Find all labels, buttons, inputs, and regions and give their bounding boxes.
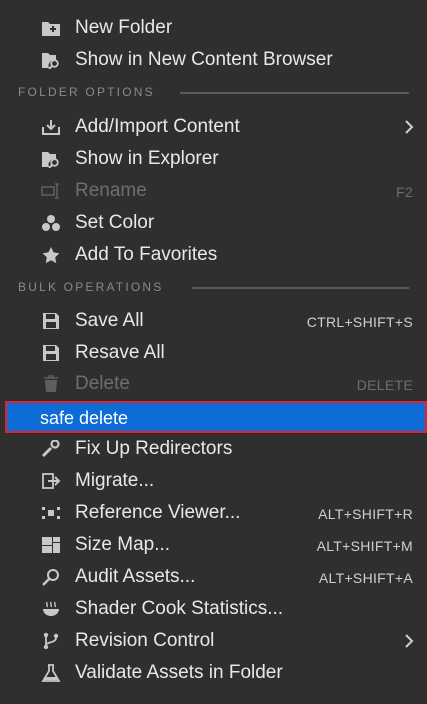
menu-item-add-import-content[interactable]: Add/Import Content: [0, 111, 427, 143]
menu-item-label: Resave All: [75, 342, 165, 363]
menu-item-reference-viewer[interactable]: Reference Viewer... ALT+SHIFT+R: [0, 497, 427, 529]
menu-item-label: New Folder: [75, 17, 173, 38]
menu-item-show-in-new-content-browser[interactable]: Show in New Content Browser: [0, 44, 427, 76]
menu-item-label: Shader Cook Statistics...: [75, 598, 284, 619]
menu-item-label: Show in New Content Browser: [75, 49, 333, 70]
trash-icon: [40, 375, 62, 393]
migrate-icon: [40, 472, 62, 490]
menu-item-label: Size Map...: [75, 534, 171, 555]
shortcut-label: ALT+SHIFT+A: [318, 570, 413, 586]
audit-icon: [40, 568, 62, 586]
shortcut-label: ALT+SHIFT+M: [316, 538, 413, 554]
menu-item-fix-up-redirectors[interactable]: Fix Up Redirectors: [0, 433, 427, 465]
menu-item-label: Add/Import Content: [75, 116, 240, 137]
folder-search-icon: [40, 150, 62, 168]
menu-item-label: Validate Assets in Folder: [75, 662, 283, 683]
save-icon: [40, 344, 62, 362]
shortcut-label: F2: [396, 184, 413, 200]
menu-item-label: Add To Favorites: [75, 244, 218, 265]
menu-item-label: Migrate...: [75, 470, 155, 491]
menu-item-validate-assets-in-folder[interactable]: Validate Assets in Folder: [0, 657, 427, 689]
menu-item-safe-delete[interactable]: safe delete: [5, 401, 427, 433]
menu-item-label: safe delete: [40, 408, 129, 428]
reference-viewer-icon: [40, 504, 62, 522]
menu-item-audit-assets[interactable]: Audit Assets... ALT+SHIFT+A: [0, 561, 427, 593]
new-folder-icon: [40, 19, 62, 37]
menu-item-label: Reference Viewer...: [75, 502, 241, 523]
shortcut-label: ALT+SHIFT+R: [318, 506, 413, 522]
shortcut-label: CTRL+SHIFT+S: [306, 314, 413, 330]
menu-item-label: Revision Control: [75, 630, 215, 651]
shortcut-label: DELETE: [356, 377, 413, 393]
menu-item-resave-all[interactable]: Resave All: [0, 337, 427, 369]
menu-item-add-to-favorites[interactable]: Add To Favorites: [0, 239, 427, 271]
branch-icon: [40, 632, 62, 650]
color-icon: [40, 214, 62, 232]
chevron-right-icon: [403, 633, 415, 649]
chevron-right-icon: [403, 119, 415, 135]
section-divider: [180, 92, 409, 94]
size-map-icon: [40, 536, 62, 554]
menu-item-show-in-explorer[interactable]: Show in Explorer: [0, 143, 427, 175]
menu-item-label: Audit Assets...: [75, 566, 196, 587]
menu-item-label: Delete: [75, 373, 130, 394]
menu-item-new-folder[interactable]: New Folder: [0, 12, 427, 44]
menu-item-save-all[interactable]: Save All CTRL+SHIFT+S: [0, 305, 427, 337]
flask-icon: [40, 664, 62, 682]
save-icon: [40, 312, 62, 330]
menu-item-delete: Delete DELETE: [0, 368, 427, 400]
star-icon: [40, 246, 62, 264]
import-icon: [40, 118, 62, 136]
section-header-bulk-operations: BULK OPERATIONS: [18, 280, 164, 294]
menu-item-migrate[interactable]: Migrate...: [0, 465, 427, 497]
rename-icon: [40, 182, 62, 200]
menu-item-set-color[interactable]: Set Color: [0, 207, 427, 239]
menu-item-label: Rename: [75, 180, 147, 201]
menu-item-label: Fix Up Redirectors: [75, 438, 233, 459]
section-header-folder-options: FOLDER OPTIONS: [18, 85, 155, 99]
menu-item-label: Show in Explorer: [75, 148, 219, 169]
menu-item-revision-control[interactable]: Revision Control: [0, 625, 427, 657]
context-menu: New Folder Show in New Content Browser F…: [0, 0, 427, 704]
menu-item-label: Save All: [75, 310, 144, 331]
wrench-icon: [40, 440, 62, 458]
menu-item-label: Set Color: [75, 212, 155, 233]
folder-search-icon: [40, 51, 62, 69]
shader-icon: [40, 600, 62, 618]
section-divider: [192, 287, 409, 289]
menu-item-rename: Rename F2: [0, 175, 427, 207]
menu-item-shader-cook-statistics[interactable]: Shader Cook Statistics...: [0, 593, 427, 625]
menu-item-size-map[interactable]: Size Map... ALT+SHIFT+M: [0, 529, 427, 561]
